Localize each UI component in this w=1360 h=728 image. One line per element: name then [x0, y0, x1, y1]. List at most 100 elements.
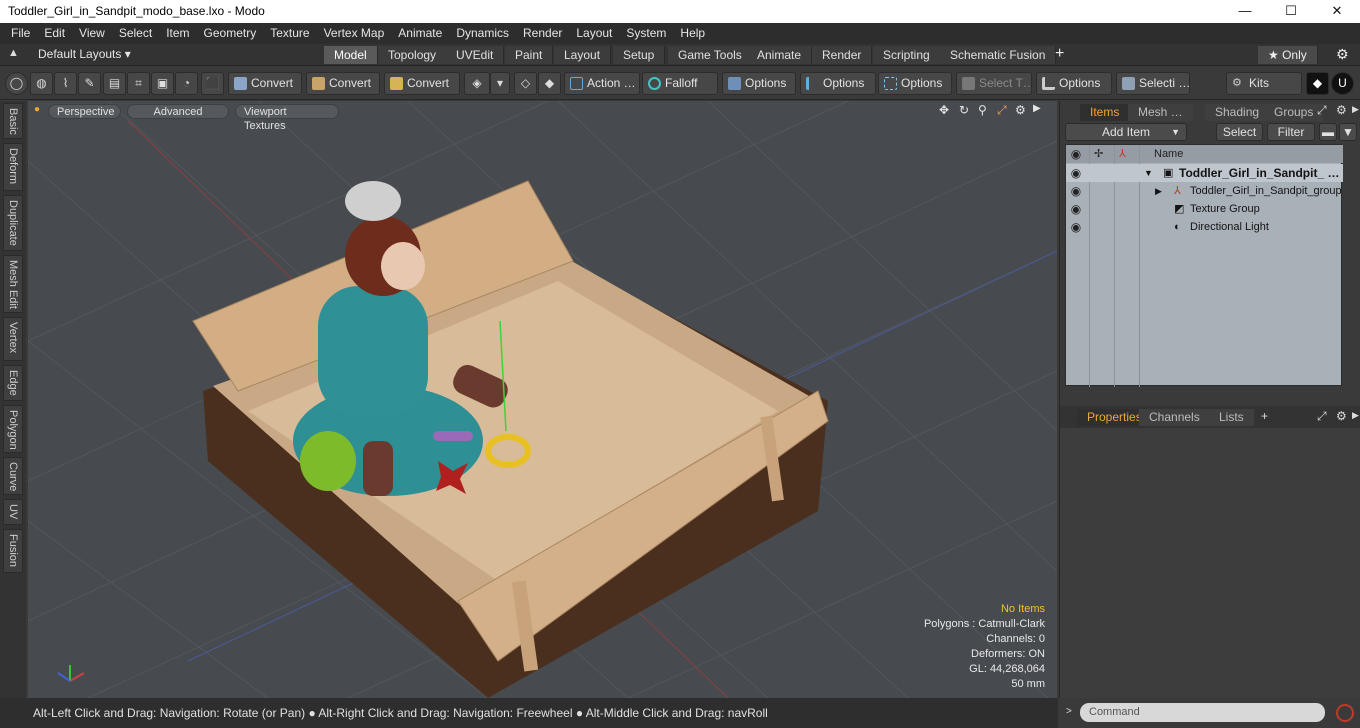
tab-shading[interactable]: Shading [1205, 104, 1270, 121]
pen-tool-icon[interactable]: ⌇ [54, 72, 77, 95]
tab-vertex[interactable]: Vertex [3, 317, 23, 361]
items-gear-icon[interactable]: ⚙ [1336, 103, 1347, 117]
collapse-icon[interactable]: ▬ [1319, 123, 1337, 141]
options-button-2[interactable]: Options [800, 72, 876, 95]
kits-button[interactable]: ⚙ Kits [1226, 72, 1302, 95]
menu-select[interactable]: Select [112, 23, 159, 44]
polygon-tool-icon[interactable]: ▤ [103, 72, 126, 95]
pan-icon[interactable]: ✥ [939, 103, 949, 117]
select-through-button[interactable]: Select T… [956, 72, 1032, 95]
tab-paint[interactable]: Paint [505, 46, 554, 64]
tab-items[interactable]: Items [1080, 104, 1130, 121]
tab-scripting[interactable]: Scripting [873, 46, 941, 64]
tab-curve[interactable]: Curve [3, 457, 23, 495]
close-button[interactable]: ✕ [1314, 0, 1360, 23]
tab-mesh[interactable]: Mesh … [1128, 104, 1193, 121]
filter-button[interactable]: Filter [1267, 123, 1315, 141]
expand-arrow-icon[interactable]: ▶ [1155, 182, 1162, 200]
zoom-icon[interactable]: ⚲ [978, 103, 987, 117]
properties-more-icon[interactable]: ▶ [1352, 410, 1359, 421]
default-layouts-dropdown[interactable]: Default Layouts ▾ [38, 47, 131, 61]
layout-toggle-icon[interactable]: ▲ [8, 47, 19, 59]
tab-fusion[interactable]: Fusion [3, 529, 23, 573]
tab-edge[interactable]: Edge [3, 365, 23, 401]
options-button-4[interactable]: Options [1036, 72, 1112, 95]
funnel-icon[interactable]: ▼ [1339, 123, 1357, 141]
list-item[interactable]: ◉ ▶ ⅄ Toddler_Girl_in_Sandpit_group [1066, 182, 1343, 200]
tab-setup[interactable]: Setup [613, 46, 666, 64]
rotate-icon[interactable]: ↻ [959, 103, 969, 117]
pivot-tool-icon[interactable]: ◔ [175, 72, 198, 95]
menu-item[interactable]: Item [159, 23, 196, 44]
gear-icon[interactable]: ⚙ [1336, 46, 1349, 63]
options-button-3[interactable]: Options [878, 72, 952, 95]
eye-icon[interactable]: ◉ [1069, 164, 1083, 182]
menu-texture[interactable]: Texture [263, 23, 316, 44]
menu-system[interactable]: System [619, 23, 673, 44]
menu-file[interactable]: File [0, 23, 37, 44]
menu-help[interactable]: Help [673, 23, 712, 44]
tab-game-tools[interactable]: Game Tools [668, 46, 753, 64]
menu-render[interactable]: Render [516, 23, 569, 44]
tab-topology[interactable]: Topology [378, 46, 448, 64]
list-item[interactable]: ◉ ◩ Texture Group [1066, 200, 1343, 218]
menu-geometry[interactable]: Geometry [197, 23, 264, 44]
viewport-textures-dropdown[interactable]: Viewport Textures [235, 104, 339, 132]
snap-icon[interactable]: ◆ [538, 72, 561, 95]
mesh-icon[interactable]: ◈ [464, 72, 490, 95]
properties-expand-icon[interactable]: ⤢ [1317, 409, 1327, 424]
tab-uv[interactable]: UV [3, 499, 23, 525]
viewport-expand-icon[interactable]: ▶ [1033, 103, 1041, 114]
cube-icon[interactable]: ⬛ [201, 72, 224, 95]
unreal-icon[interactable]: U [1331, 72, 1354, 95]
material-tool-icon[interactable]: ▣ [151, 72, 174, 95]
add-item-button[interactable]: Add Item ▼ [1065, 123, 1187, 141]
menu-layout[interactable]: Layout [569, 23, 619, 44]
minimize-button[interactable]: — [1222, 0, 1268, 23]
convert-button-3[interactable]: Convert [384, 72, 460, 95]
tab-uvedit[interactable]: UVEdit [446, 46, 505, 64]
items-more-icon[interactable]: ▶ [1352, 104, 1359, 115]
action-center-button[interactable]: Action … [564, 72, 640, 95]
edge-tool-icon[interactable]: ✎ [78, 72, 101, 95]
expand-arrow-icon[interactable]: ▼ [1144, 164, 1153, 182]
menu-vertex-map[interactable]: Vertex Map [317, 23, 392, 44]
shading-mode-dropdown[interactable]: Advanced [127, 104, 229, 119]
eye-icon[interactable]: ◉ [1069, 218, 1083, 236]
only-toggle[interactable]: ★ Only [1258, 46, 1318, 64]
tab-layout[interactable]: Layout [554, 46, 612, 64]
selection-sets-button[interactable]: Selecti … [1116, 72, 1190, 95]
globe-icon[interactable]: ◍ [30, 72, 53, 95]
tab-polygon[interactable]: Polygon [3, 405, 23, 453]
tab-deform[interactable]: Deform [3, 143, 23, 191]
list-item[interactable]: ◉ ◐ Directional Light [1066, 218, 1343, 236]
tab-duplicate[interactable]: Duplicate [3, 195, 23, 251]
viewport-menu-dot[interactable]: ● [34, 104, 40, 115]
symmetry-icon[interactable]: ◇ [514, 72, 537, 95]
unity-icon[interactable]: ◆ [1306, 72, 1329, 95]
tab-basic[interactable]: Basic [3, 103, 23, 139]
command-input[interactable]: Command [1080, 703, 1325, 722]
tab-channels[interactable]: Channels [1139, 409, 1210, 426]
falloff-button[interactable]: Falloff [642, 72, 718, 95]
record-icon[interactable] [1336, 704, 1354, 722]
tab-lists[interactable]: Lists [1209, 409, 1254, 426]
items-list[interactable]: ◉ ✢ ⅄ Name ◉ ▼ ▣ Toddler_Girl_in_Sandpit… [1065, 144, 1343, 387]
maximize-button[interactable]: ☐ [1268, 0, 1314, 23]
tab-render[interactable]: Render [812, 46, 873, 64]
list-item[interactable]: ◉ ▼ ▣ Toddler_Girl_in_Sandpit_ … [1066, 164, 1343, 182]
eye-icon[interactable]: ◉ [1069, 182, 1083, 200]
convert-button-1[interactable]: Convert [228, 72, 302, 95]
tab-mesh-edit[interactable]: Mesh Edit [3, 255, 23, 313]
convert-button-2[interactable]: Convert [306, 72, 380, 95]
tab-groups[interactable]: Groups [1264, 104, 1324, 121]
item-tool-icon[interactable]: ⌗ [127, 72, 150, 95]
chevron-down-icon[interactable]: ▾ [490, 72, 510, 95]
menu-edit[interactable]: Edit [37, 23, 72, 44]
properties-gear-icon[interactable]: ⚙ [1336, 409, 1347, 423]
menu-view[interactable]: View [72, 23, 112, 44]
vertex-mode-icon[interactable]: ◯ [5, 72, 28, 95]
options-button-1[interactable]: Options [722, 72, 796, 95]
viewport-gear-icon[interactable]: ⚙ [1015, 103, 1026, 117]
tab-model[interactable]: Model [324, 46, 378, 64]
